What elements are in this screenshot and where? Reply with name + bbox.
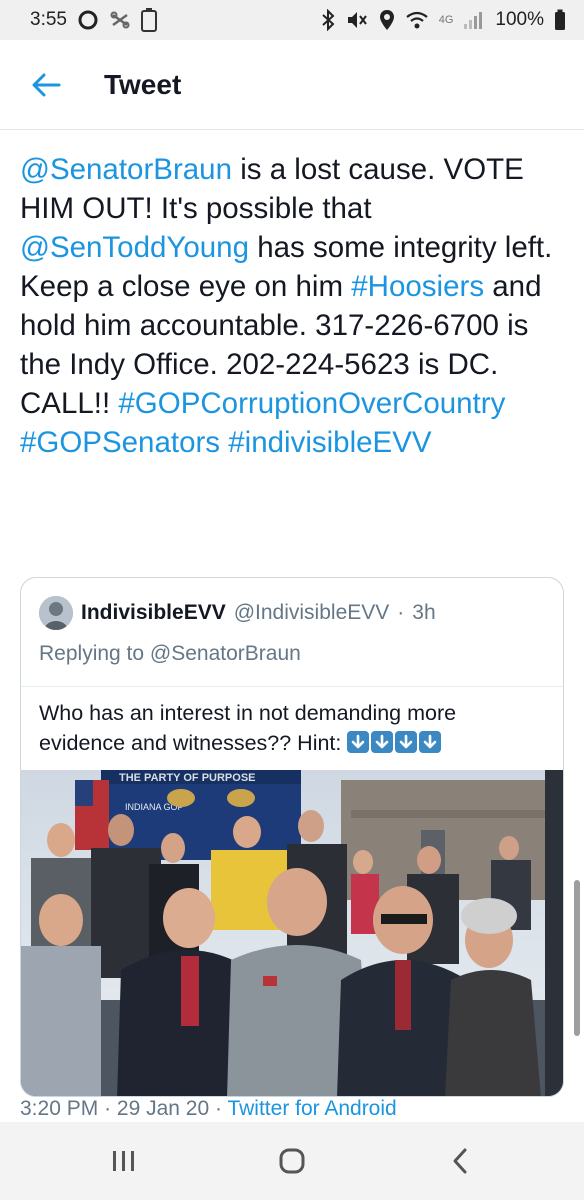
back-nav-button[interactable] — [420, 1131, 500, 1191]
battery-percent: 100% — [495, 9, 544, 30]
scrollbar[interactable] — [574, 880, 580, 1036]
home-button[interactable] — [252, 1131, 332, 1191]
quote-divider — [21, 686, 563, 687]
mention-link[interactable]: @SenatorBraun — [20, 153, 232, 186]
meta-separator-2: · — [215, 1097, 222, 1120]
mention-link[interactable]: @SenToddYoung — [20, 231, 249, 264]
shuffle-icon — [109, 9, 131, 31]
quoted-tweet-photo[interactable]: THE PARTY OF PURPOSE INDIANA GOP — [21, 770, 563, 1096]
mute-icon — [345, 9, 369, 31]
system-nav-bar — [0, 1122, 584, 1200]
hashtag-link[interactable]: #GOPCorruptionOverCountry — [118, 387, 505, 420]
bluetooth-icon — [321, 9, 335, 31]
page-title: Tweet — [104, 68, 182, 100]
quoted-tweet-text: Who has an interest in not demanding mor… — [39, 698, 539, 758]
chevron-left-icon — [453, 1148, 467, 1174]
quoted-tweet-time: 3h — [412, 601, 436, 624]
battery-saver-icon — [140, 8, 157, 32]
back-button[interactable] — [16, 55, 76, 115]
clock: 3:55 — [30, 9, 67, 30]
down-arrow-emoji-icon — [395, 731, 418, 753]
header-bar: Tweet — [0, 40, 584, 130]
back-arrow-icon — [32, 73, 61, 96]
photo-banner-text: THE PARTY OF PURPOSE — [119, 772, 256, 784]
replying-to-handle[interactable]: @SenatorBraun — [150, 642, 301, 665]
replying-to: Replying to @SenatorBraun — [39, 642, 301, 666]
tweet-time: 3:20 PM — [20, 1097, 99, 1120]
status-left: 3:55 — [30, 8, 157, 32]
circle-icon — [77, 9, 99, 31]
tweet-source-link[interactable]: Twitter for Android — [227, 1097, 396, 1120]
hashtag-link[interactable]: #indivisibleEVV — [228, 426, 431, 459]
home-icon — [279, 1148, 305, 1174]
network-type-label: 4G — [438, 14, 454, 26]
meta-separator: · — [104, 1097, 112, 1120]
tweet-meta: 3:20 PM · 29 Jan 20 · Twitter for Androi… — [20, 1097, 397, 1121]
signal-icon — [463, 10, 485, 30]
rally-photo: THE PARTY OF PURPOSE INDIANA GOP — [21, 770, 563, 1096]
hashtag-link[interactable]: #Hoosiers — [351, 270, 484, 303]
location-icon — [379, 9, 395, 31]
battery-icon — [554, 9, 566, 31]
tweet-body: @SenatorBraun is a lost cause. VOTE HIM … — [20, 150, 568, 462]
recent-apps-button[interactable] — [84, 1131, 164, 1191]
quoted-author-name[interactable]: IndivisibleEVV — [81, 601, 226, 625]
quoted-tweet-header: IndivisibleEVV @IndivisibleEVV · 3h — [39, 596, 436, 630]
status-right: 4G 100% — [321, 9, 566, 31]
down-arrow-emoji-icon — [419, 731, 442, 753]
avatar[interactable] — [39, 596, 73, 630]
status-bar: 3:55 4G 100% — [0, 0, 584, 40]
quoted-author-handle: @IndivisibleEVV — [233, 601, 390, 624]
down-arrow-emoji-row — [347, 731, 443, 755]
separator-dot: · — [397, 601, 405, 624]
replying-to-prefix: Replying to — [39, 642, 150, 665]
hashtag-link[interactable]: #GOPSenators — [20, 426, 220, 459]
wifi-icon — [405, 9, 429, 31]
recent-apps-icon — [113, 1151, 134, 1171]
tweet-date: 29 Jan 20 — [116, 1097, 210, 1120]
down-arrow-emoji-icon — [371, 731, 394, 753]
quoted-tweet-card[interactable]: IndivisibleEVV @IndivisibleEVV · 3h Repl… — [20, 577, 564, 1097]
down-arrow-emoji-icon — [347, 731, 370, 753]
